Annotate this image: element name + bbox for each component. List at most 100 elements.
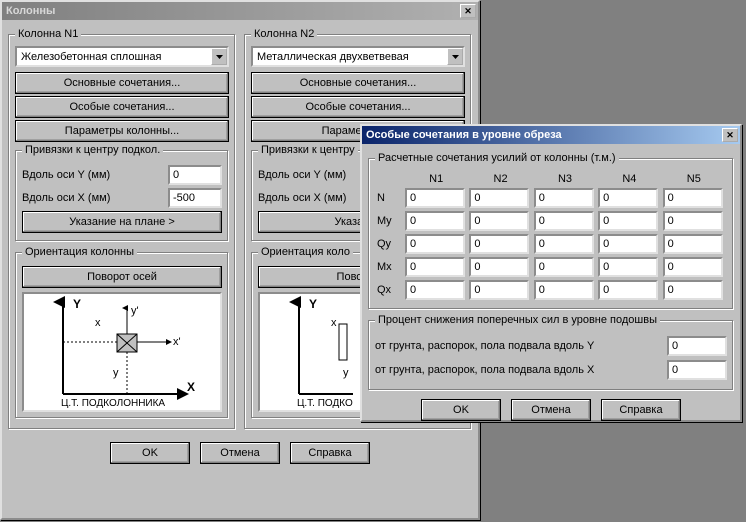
column-type-value: Железобетонная сплошная — [17, 51, 211, 63]
along-x-label: Вдоль оси X (мм) — [22, 192, 110, 204]
along-x-input[interactable]: -500 — [168, 188, 222, 208]
column-params-button[interactable]: Параметры колонны... — [15, 120, 229, 142]
column-type-value: Металлическая двухветвевая — [253, 51, 447, 63]
along-y-label: Вдоль оси Y (мм) — [22, 169, 110, 181]
modal-button-row: OK Отмена Справка — [368, 397, 734, 423]
bindings-legend: Привязки к центру — [258, 144, 358, 156]
force-input[interactable]: 0 — [663, 280, 723, 300]
pct-x-label: от грунта, распорок, пола подвала вдоль … — [375, 364, 661, 376]
ok-button[interactable]: OK — [110, 442, 190, 464]
cancel-button[interactable]: Отмена — [200, 442, 280, 464]
orientation-legend: Ориентация колонны — [22, 246, 137, 258]
row-label: Qy — [377, 234, 403, 254]
force-input[interactable]: 0 — [405, 257, 465, 277]
pct-y-input[interactable]: 0 — [667, 336, 727, 356]
svg-text:x': x' — [173, 336, 181, 348]
column-type-dropdown[interactable]: Железобетонная сплошная — [15, 46, 229, 67]
svg-text:Ц.Т. ПОДКО: Ц.Т. ПОДКО — [297, 398, 353, 409]
along-y-input[interactable]: 0 — [168, 165, 222, 185]
col-header: N4 — [598, 173, 660, 185]
force-input[interactable]: 0 — [663, 234, 723, 254]
force-input[interactable]: 0 — [598, 280, 658, 300]
cancel-button[interactable]: Отмена — [511, 399, 591, 421]
force-input[interactable]: 0 — [469, 280, 529, 300]
along-x-label: Вдоль оси X (мм) — [258, 192, 346, 204]
force-input[interactable]: 0 — [405, 211, 465, 231]
force-input[interactable]: 0 — [469, 211, 529, 231]
help-button[interactable]: Справка — [290, 442, 370, 464]
svg-text:Ц.Т. ПОДКОЛОННИКА: Ц.Т. ПОДКОЛОННИКА — [61, 398, 165, 409]
force-input[interactable]: 0 — [405, 234, 465, 254]
main-button-row: OK Отмена Справка — [8, 440, 472, 466]
force-input[interactable]: 0 — [405, 188, 465, 208]
help-button[interactable]: Справка — [601, 399, 681, 421]
row-label: N — [377, 188, 403, 208]
force-input[interactable]: 0 — [598, 257, 658, 277]
modal-body: Расчетные сочетания усилий от колонны (т… — [362, 144, 740, 429]
force-input[interactable]: 0 — [598, 234, 658, 254]
close-icon[interactable]: ✕ — [722, 128, 738, 142]
main-titlebar: Колонны ✕ — [2, 2, 478, 20]
svg-text:x: x — [95, 317, 101, 329]
along-y-label: Вдоль оси Y (мм) — [258, 169, 346, 181]
col-header: N3 — [534, 173, 596, 185]
force-input[interactable]: 0 — [534, 234, 594, 254]
table-row: N 0 0 0 0 0 — [377, 188, 725, 208]
force-input[interactable]: 0 — [534, 257, 594, 277]
pct-legend: Процент снижения поперечных сил в уровне… — [375, 314, 660, 326]
column-n1-legend: Колонна N1 — [15, 28, 81, 40]
ok-button[interactable]: OK — [421, 399, 501, 421]
force-input[interactable]: 0 — [663, 257, 723, 277]
modal-titlebar: Особые сочетания в уровне обреза ✕ — [362, 126, 740, 144]
force-input[interactable]: 0 — [469, 234, 529, 254]
force-input[interactable]: 0 — [469, 188, 529, 208]
table-row: My 0 0 0 0 0 — [377, 211, 725, 231]
orientation-legend: Ориентация коло — [258, 246, 353, 258]
column-n2-legend: Колонна N2 — [251, 28, 317, 40]
rotate-axes-button[interactable]: Поворот осей — [22, 266, 222, 288]
force-input[interactable]: 0 — [598, 188, 658, 208]
special-combinations-button[interactable]: Особые сочетания... — [251, 96, 465, 118]
main-title: Колонны — [6, 5, 460, 17]
row-label: Mx — [377, 257, 403, 277]
modal-title: Особые сочетания в уровне обреза — [366, 129, 722, 141]
force-input[interactable]: 0 — [663, 188, 723, 208]
main-combinations-button[interactable]: Основные сочетания... — [15, 72, 229, 94]
main-combinations-button[interactable]: Основные сочетания... — [251, 72, 465, 94]
column-type-dropdown[interactable]: Металлическая двухветвевая — [251, 46, 465, 67]
col-header: N5 — [663, 173, 725, 185]
bindings-legend: Привязки к центру подкол. — [22, 144, 163, 156]
table-row: Mx 0 0 0 0 0 — [377, 257, 725, 277]
table-row: Qx 0 0 0 0 0 — [377, 280, 725, 300]
col-header: N2 — [469, 173, 531, 185]
svg-text:y': y' — [131, 305, 139, 317]
row-label: Qx — [377, 280, 403, 300]
force-input[interactable]: 0 — [598, 211, 658, 231]
force-input[interactable]: 0 — [405, 280, 465, 300]
row-label: My — [377, 211, 403, 231]
column-n1-group: Колонна N1 Железобетонная сплошная Основ… — [8, 28, 236, 430]
pct-group: Процент снижения поперечных сил в уровне… — [368, 314, 734, 391]
forces-group: Расчетные сочетания усилий от колонны (т… — [368, 152, 734, 310]
chevron-down-icon[interactable] — [211, 48, 227, 65]
svg-text:y: y — [113, 367, 119, 379]
modal-window: Особые сочетания в уровне обреза ✕ Расче… — [360, 124, 742, 422]
orientation-group: Ориентация колонны Поворот осей Y X — [15, 246, 229, 419]
force-input[interactable]: 0 — [534, 211, 594, 231]
svg-text:Y: Y — [73, 297, 81, 311]
force-input[interactable]: 0 — [663, 211, 723, 231]
force-input[interactable]: 0 — [534, 280, 594, 300]
pct-x-input[interactable]: 0 — [667, 360, 727, 380]
plan-indication-button[interactable]: Указание на плане > — [22, 211, 222, 233]
svg-text:X: X — [187, 380, 195, 394]
force-input[interactable]: 0 — [469, 257, 529, 277]
svg-text:Y: Y — [309, 297, 317, 311]
chevron-down-icon[interactable] — [447, 48, 463, 65]
pct-y-label: от грунта, распорок, пола подвала вдоль … — [375, 340, 661, 352]
forces-table: N1 N2 N3 N4 N5 N 0 0 0 0 0 My 0 0 — [375, 170, 727, 303]
force-input[interactable]: 0 — [534, 188, 594, 208]
close-icon[interactable]: ✕ — [460, 4, 476, 18]
svg-text:y: y — [343, 367, 349, 379]
forces-legend: Расчетные сочетания усилий от колонны (т… — [375, 152, 619, 164]
special-combinations-button[interactable]: Особые сочетания... — [15, 96, 229, 118]
